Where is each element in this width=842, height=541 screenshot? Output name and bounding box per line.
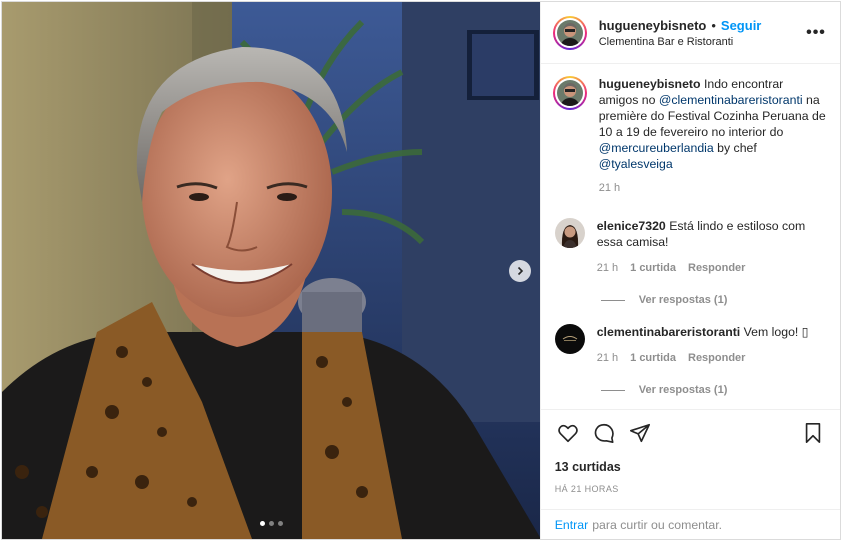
author-avatar[interactable] bbox=[552, 15, 587, 50]
replies-divider bbox=[600, 299, 625, 301]
next-photo-button[interactable] bbox=[509, 260, 531, 282]
posted-time[interactable]: HÁ 21 HORAS bbox=[555, 484, 826, 494]
carousel-indicator bbox=[260, 521, 283, 526]
view-replies-button[interactable]: Ver respostas (1) bbox=[600, 384, 826, 396]
post-location[interactable]: Clementina Bar e Ristoranti bbox=[599, 36, 806, 48]
comments-section: hugueneybisneto Indo encontrar amigos no… bbox=[541, 64, 840, 409]
reply-button[interactable]: Responder bbox=[688, 350, 745, 366]
comment-item: clementinabareristoranti Vem logo! ▯ 21 … bbox=[553, 324, 826, 366]
replies-divider bbox=[600, 389, 625, 391]
carousel-dot bbox=[260, 521, 265, 526]
mention-link[interactable]: @clementinabareristoranti bbox=[659, 93, 803, 107]
mention-link[interactable]: @tyalesveiga bbox=[599, 157, 673, 171]
comment-time[interactable]: 21 h bbox=[597, 260, 618, 276]
author-username[interactable]: hugueneybisneto bbox=[599, 18, 707, 33]
comment-likes[interactable]: 1 curtida bbox=[630, 260, 676, 276]
header-separator: • bbox=[711, 17, 716, 33]
comment-time[interactable]: 21 h bbox=[597, 350, 618, 366]
comment-likes[interactable]: 1 curtida bbox=[630, 350, 676, 366]
view-replies-button[interactable]: Ver respostas (1) bbox=[600, 294, 826, 306]
commenter-avatar[interactable] bbox=[554, 324, 585, 354]
chevron-right-icon bbox=[517, 266, 524, 276]
comment-item: elenice7320 Está lindo e estiloso com es… bbox=[553, 218, 826, 276]
post-photo[interactable] bbox=[2, 2, 540, 539]
more-options-icon[interactable]: ••• bbox=[806, 23, 826, 43]
heart-icon[interactable] bbox=[555, 420, 581, 446]
paper-plane-icon[interactable] bbox=[627, 420, 653, 446]
commenter-username[interactable]: elenice7320 bbox=[597, 219, 666, 233]
bookmark-icon[interactable] bbox=[800, 420, 826, 446]
caption-time[interactable]: 21 h bbox=[599, 180, 620, 196]
mention-link[interactable]: @mercureuberlandia bbox=[599, 141, 714, 155]
reply-button[interactable]: Responder bbox=[688, 260, 745, 276]
selfie-image bbox=[2, 2, 540, 539]
comment-prompt: para curtir ou comentar. bbox=[592, 517, 723, 532]
login-to-comment: Entrar para curtir ou comentar. bbox=[540, 509, 840, 539]
post-side-panel: hugueneybisneto • Seguir Clementina Bar … bbox=[539, 2, 840, 539]
commenter-username[interactable]: clementinabareristoranti bbox=[597, 325, 741, 339]
login-link[interactable]: Entrar bbox=[555, 518, 589, 532]
post-caption: hugueneybisneto Indo encontrar amigos no… bbox=[552, 76, 826, 196]
caption-avatar[interactable] bbox=[552, 76, 587, 110]
carousel-dot bbox=[269, 521, 274, 526]
comment-icon[interactable] bbox=[591, 420, 617, 446]
caption-text-part: by chef bbox=[713, 141, 757, 155]
comment-text: Vem logo! ▯ bbox=[743, 325, 809, 339]
commenter-avatar[interactable] bbox=[554, 218, 585, 248]
view-replies-label: Ver respostas (1) bbox=[638, 294, 728, 306]
post-header: hugueneybisneto • Seguir Clementina Bar … bbox=[540, 2, 840, 64]
view-replies-label: Ver respostas (1) bbox=[638, 384, 728, 396]
likes-count[interactable]: 13 curtidas bbox=[555, 460, 826, 474]
carousel-dot bbox=[278, 521, 283, 526]
post-actions: 13 curtidas HÁ 21 HORAS bbox=[540, 409, 840, 509]
follow-button[interactable]: Seguir bbox=[721, 18, 761, 33]
instagram-post: hugueneybisneto • Seguir Clementina Bar … bbox=[1, 1, 841, 540]
caption-text: hugueneybisneto Indo encontrar amigos no… bbox=[599, 76, 826, 172]
caption-username[interactable]: hugueneybisneto bbox=[599, 77, 701, 91]
